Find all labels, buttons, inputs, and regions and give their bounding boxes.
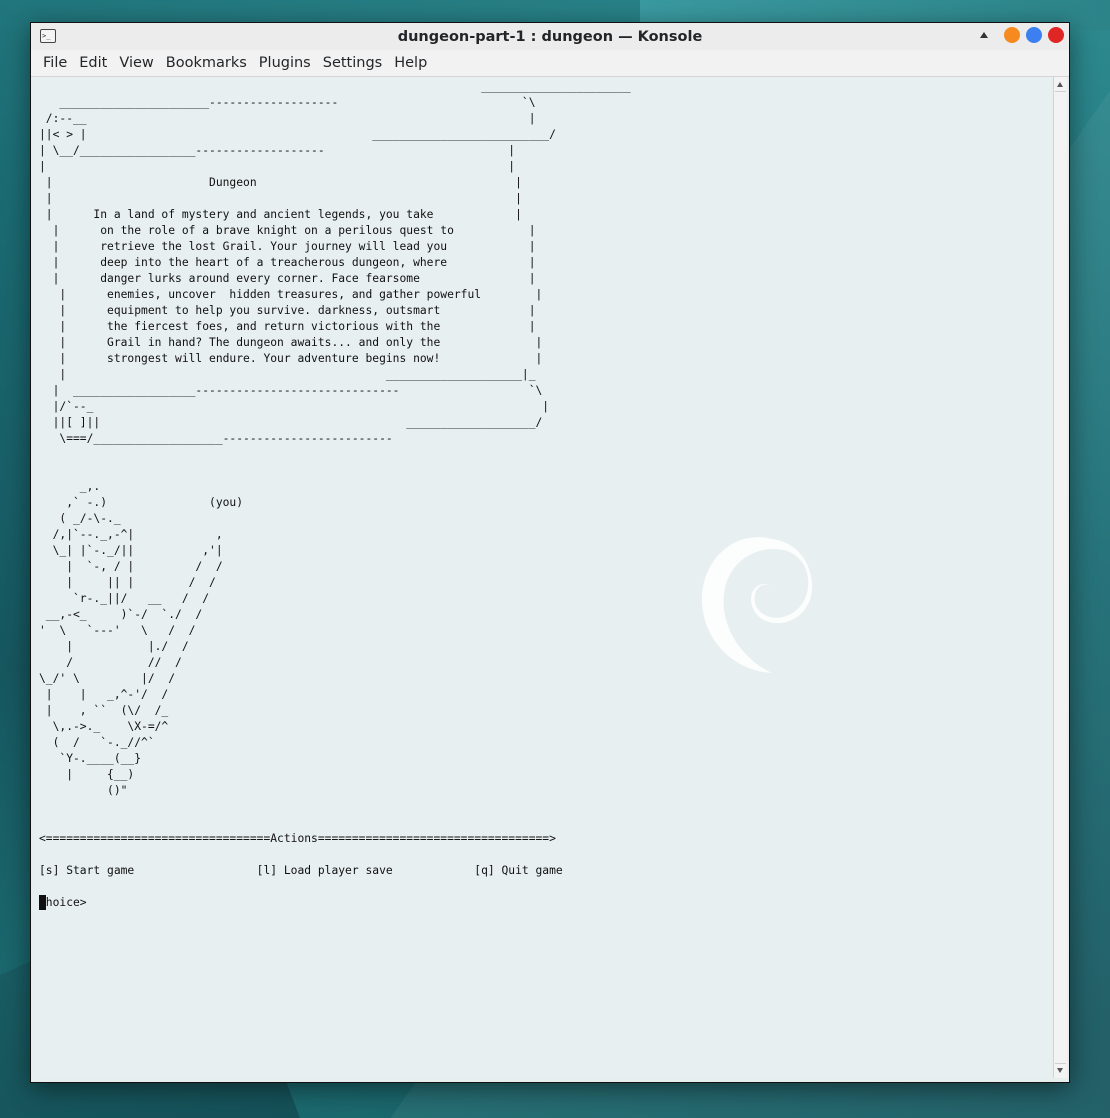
debian-swirl-icon [701, 537, 813, 673]
terminal-area[interactable]: ______________________ _________________… [34, 77, 1052, 1078]
menu-settings[interactable]: Settings [317, 55, 388, 71]
menu-file[interactable]: File [37, 55, 73, 71]
terminal-icon[interactable]: >_ [40, 29, 56, 43]
menu-edit[interactable]: Edit [73, 55, 113, 71]
minimize-button[interactable] [1004, 27, 1020, 43]
menu-view[interactable]: View [113, 55, 159, 71]
scroll-up-icon[interactable] [1057, 82, 1063, 87]
menu-help[interactable]: Help [388, 55, 433, 71]
title-bar[interactable]: >_ dungeon-part-1 : dungeon — Konsole [31, 23, 1069, 51]
window-controls [980, 27, 1064, 43]
close-button[interactable] [1048, 27, 1064, 43]
keep-above-icon[interactable] [980, 32, 988, 38]
terminal-output: ______________________ _________________… [39, 80, 631, 909]
scroll-track[interactable] [1055, 91, 1066, 1064]
window-title: dungeon-part-1 : dungeon — Konsole [397, 28, 703, 45]
konsole-window: >_ dungeon-part-1 : dungeon — Konsole Fi… [30, 22, 1070, 1083]
maximize-button[interactable] [1026, 27, 1042, 43]
menu-bar: File Edit View Bookmarks Plugins Setting… [31, 50, 1069, 77]
text-cursor [39, 895, 46, 910]
scrollbar[interactable] [1053, 77, 1067, 1078]
menu-plugins[interactable]: Plugins [253, 55, 317, 71]
menu-bookmarks[interactable]: Bookmarks [160, 55, 253, 71]
scroll-down-icon[interactable] [1057, 1068, 1063, 1073]
